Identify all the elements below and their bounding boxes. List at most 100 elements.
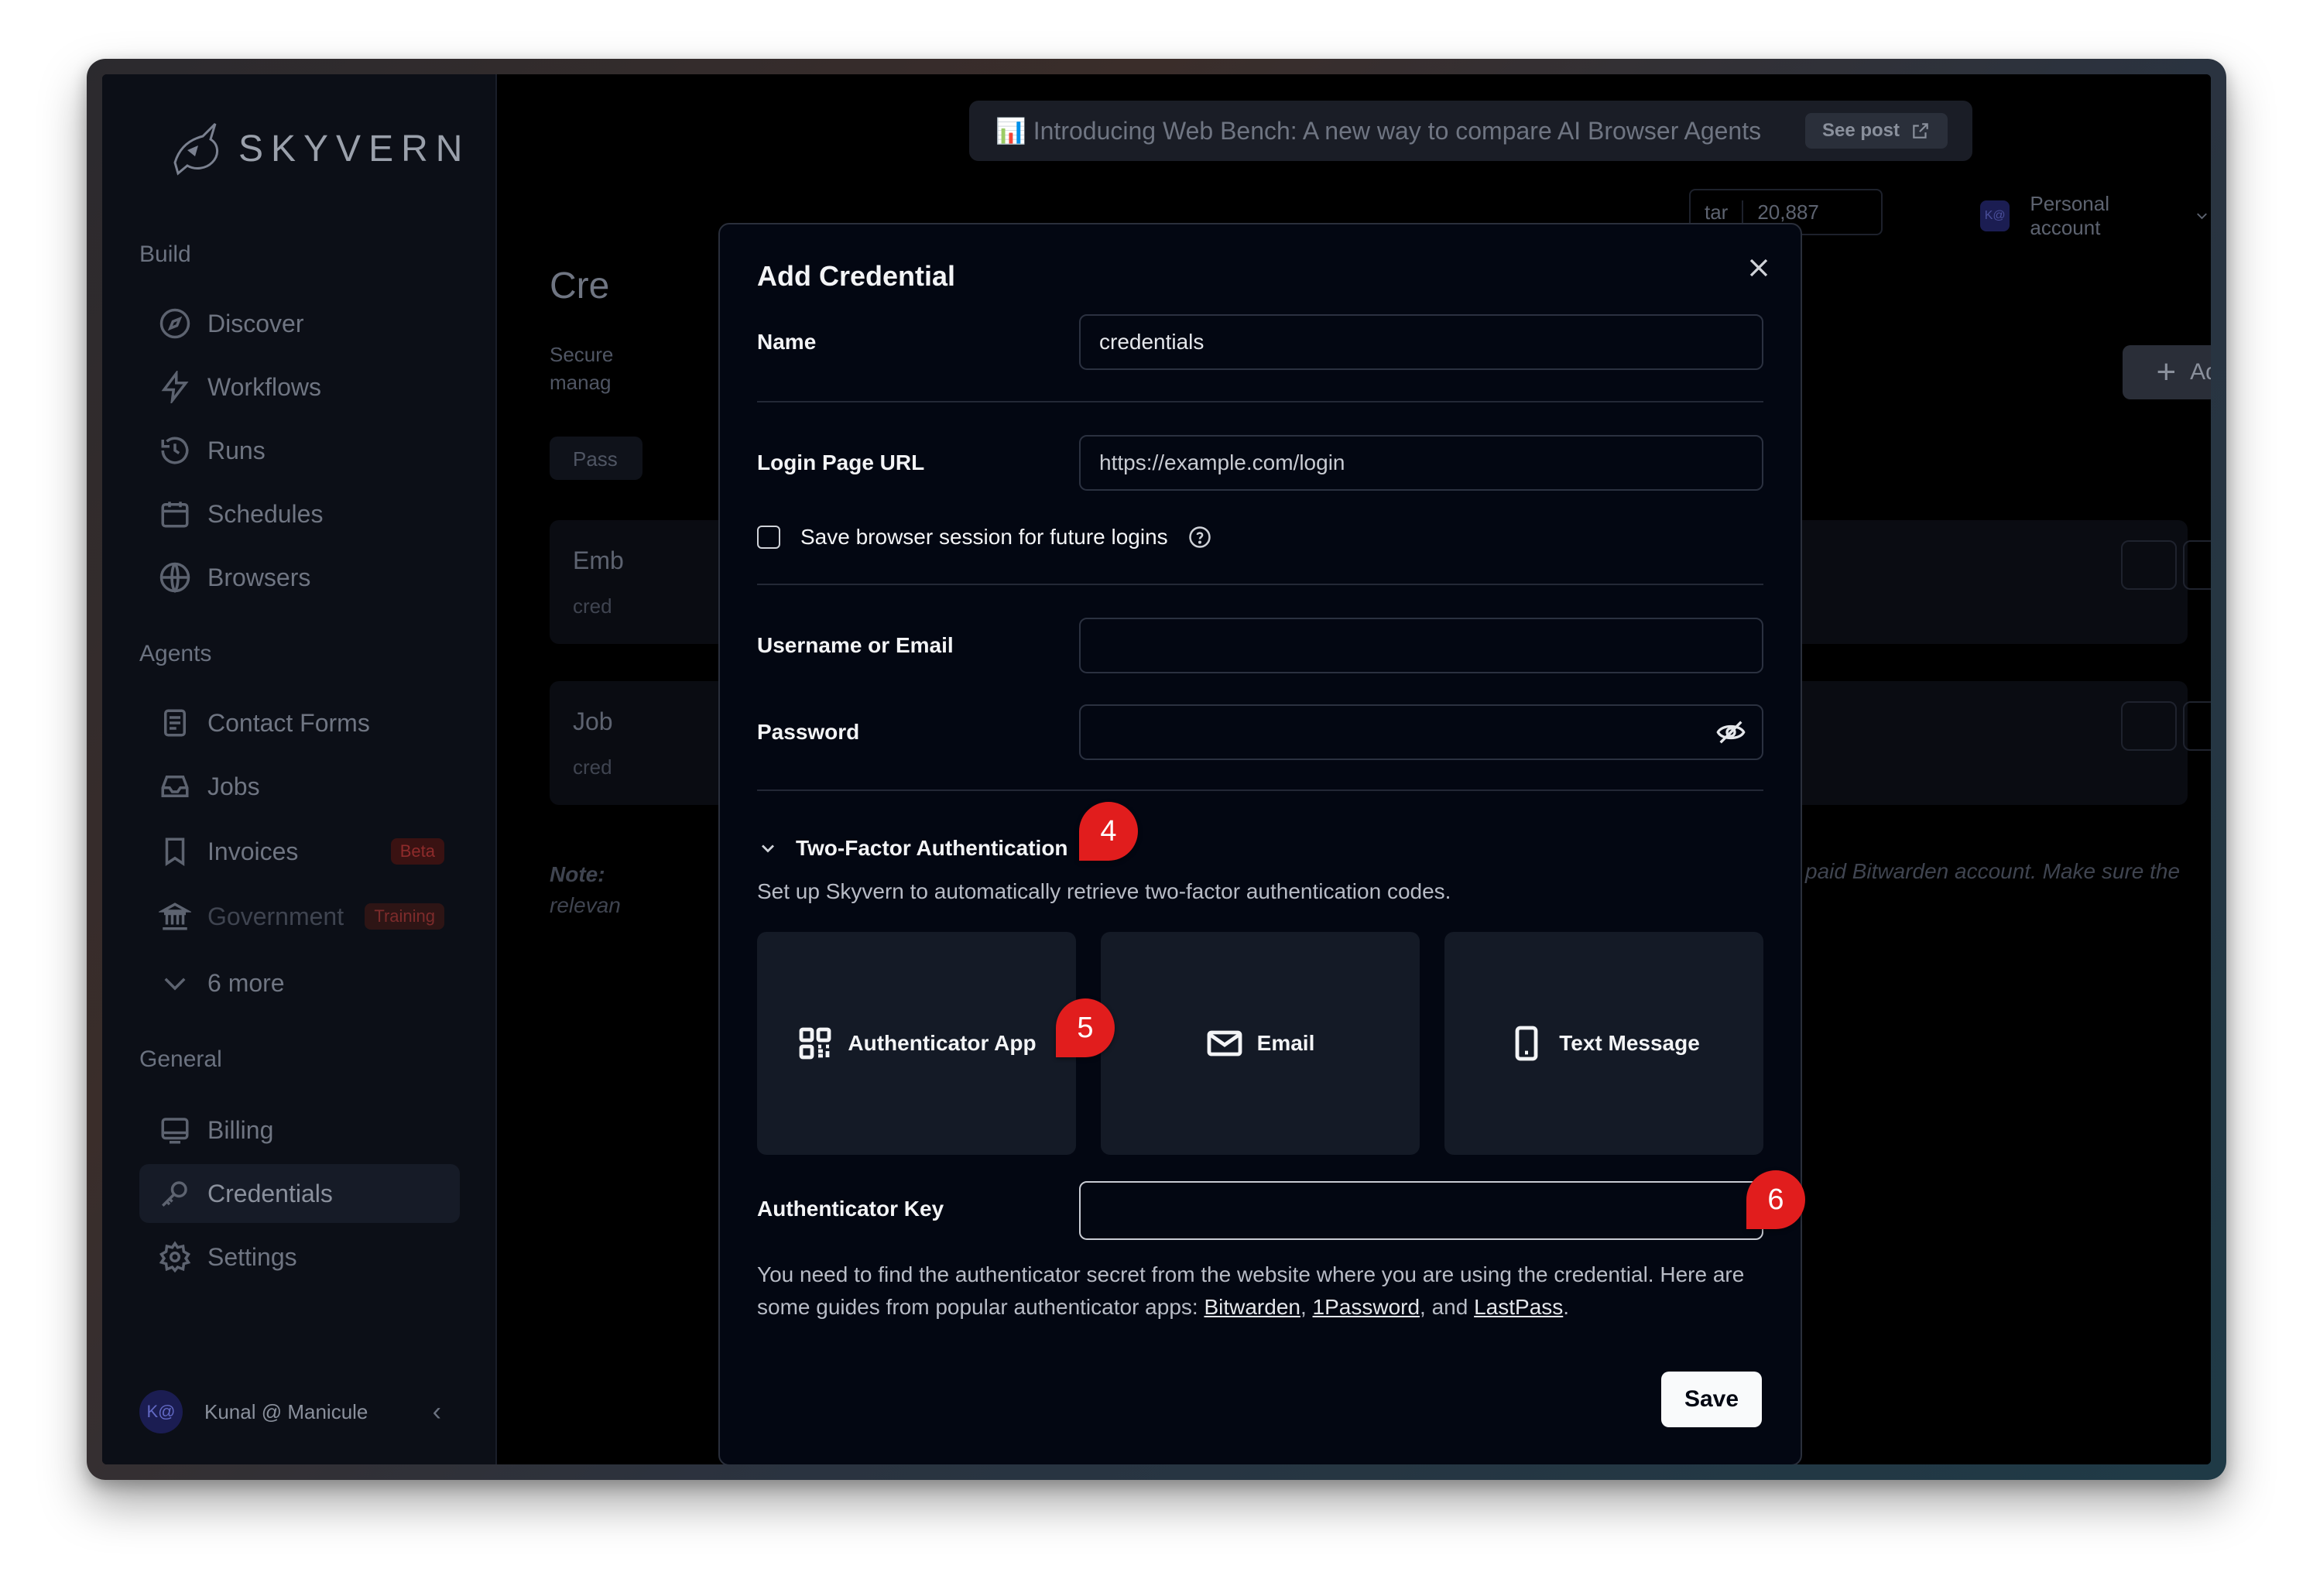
login-url-input[interactable]	[1079, 435, 1763, 491]
sidebar-item-billing[interactable]: Billing	[139, 1101, 460, 1159]
sidebar-item-label: Discover	[207, 309, 304, 337]
chevron-down-icon	[762, 844, 774, 853]
tfa-option-label: Authenticator App	[848, 1031, 1037, 1055]
authenticator-key-input[interactable]	[1079, 1181, 1763, 1240]
save-button[interactable]: Save	[1661, 1372, 1762, 1427]
star-count: 20,887	[1742, 200, 1833, 224]
tfa-option-label: Email	[1256, 1031, 1315, 1055]
sidebar-item-label: Browsers	[207, 563, 311, 591]
separator: ,	[1300, 1295, 1313, 1319]
compass-icon	[158, 307, 192, 341]
sidebar-item-label: Schedules	[207, 499, 324, 528]
subtitle-line: Secure	[550, 343, 614, 366]
sidebar-item-runs[interactable]: Runs	[139, 421, 460, 480]
tab-passwords[interactable]: Pass	[550, 437, 642, 480]
note-line: relevan	[550, 893, 621, 917]
lastpass-link[interactable]: LastPass	[1474, 1295, 1563, 1319]
main-content: 📊 Introducing Web Bench: A new way to co…	[497, 74, 2211, 1464]
sidebar-item-workflows[interactable]: Workflows	[139, 358, 460, 416]
logo[interactable]: SKYVERN	[164, 116, 470, 181]
sidebar-item-discover[interactable]: Discover	[139, 294, 460, 353]
card-subtitle: cred	[573, 755, 612, 779]
see-post-button[interactable]: See post	[1804, 113, 1948, 149]
document-icon	[158, 706, 192, 740]
section-agents: Agents	[139, 641, 212, 666]
dialog-title: Add Credential	[757, 260, 956, 292]
eye-off-icon[interactable]	[1715, 717, 1746, 748]
username-input[interactable]	[1079, 618, 1763, 673]
bookmark-icon	[158, 834, 192, 868]
qr-code-icon	[800, 1027, 831, 1060]
divider	[757, 584, 1763, 585]
tfa-description: Set up Skyvern to automatically retrieve…	[757, 879, 1451, 903]
see-post-label: See post	[1821, 120, 1900, 141]
sidebar-item-label: Workflows	[207, 372, 321, 401]
beta-badge: Beta	[390, 838, 444, 865]
sidebar-item-more[interactable]: 6 more	[139, 954, 460, 1012]
sidebar-item-label: Invoices	[207, 837, 299, 865]
add-credential-button[interactable]: + Add	[2123, 345, 2211, 399]
tfa-option-label: Text Message	[1559, 1031, 1700, 1055]
page-subtitle: Secure manag	[550, 341, 613, 396]
save-session-option[interactable]: Save browser session for future logins	[757, 525, 1211, 550]
training-badge: Training	[365, 903, 444, 930]
sidebar-item-label: Credentials	[207, 1179, 333, 1207]
sidebar-item-settings[interactable]: Settings	[139, 1228, 460, 1286]
tfa-option-authenticator-app[interactable]: Authenticator App	[757, 932, 1076, 1155]
sidebar-item-label: Settings	[207, 1242, 297, 1271]
sidebar-item-label: Runs	[207, 436, 266, 464]
1password-link[interactable]: 1Password	[1313, 1295, 1420, 1319]
add-credential-dialog: Add Credential Name Login Page URL Save …	[718, 223, 1805, 1464]
chevron-down-icon	[158, 966, 192, 1000]
external-link-icon	[1913, 123, 1928, 139]
trash-icon[interactable]	[2183, 701, 2211, 751]
billing-icon	[158, 1113, 192, 1147]
banner-text: 📊 Introducing Web Bench: A new way to co…	[995, 117, 1762, 145]
subtitle-line: manag	[550, 371, 612, 394]
sidebar-item-schedules[interactable]: Schedules	[139, 485, 460, 543]
history-icon	[158, 433, 192, 467]
sidebar-item-label: Billing	[207, 1115, 274, 1144]
tfa-toggle[interactable]: Two-Factor Authentication	[757, 836, 1068, 861]
marker-label: 4	[1100, 814, 1117, 848]
tfa-option-email[interactable]: Email	[1101, 932, 1420, 1155]
sidebar-item-label: Government	[207, 902, 344, 930]
phone-icon	[1515, 1026, 1538, 1061]
card-subtitle: cred	[573, 594, 612, 618]
divider	[757, 789, 1763, 791]
name-label: Name	[757, 330, 817, 354]
bitwarden-link[interactable]: Bitwarden	[1204, 1295, 1300, 1319]
account-switcher[interactable]: K@ Personal account	[1980, 192, 2211, 240]
separator: .	[1563, 1295, 1570, 1319]
tfa-option-text-message[interactable]: Text Message	[1444, 932, 1763, 1155]
card-title: Job	[573, 707, 613, 735]
building-icon	[158, 899, 192, 933]
authenticator-key-label: Authenticator Key	[757, 1197, 944, 1221]
sidebar-item-browsers[interactable]: Browsers	[139, 548, 460, 607]
collapse-sidebar-icon[interactable]: ‹	[433, 1397, 441, 1427]
plus-icon: +	[2156, 353, 2177, 391]
password-input[interactable]	[1079, 704, 1763, 760]
marker-label: 5	[1077, 1011, 1094, 1044]
user-profile[interactable]: K@ Kunal @ Manicule ‹	[139, 1390, 460, 1433]
sidebar-item-credentials[interactable]: Credentials	[139, 1164, 460, 1223]
sidebar-item-invoices[interactable]: Invoices Beta	[139, 822, 460, 881]
note-line: Note:	[550, 862, 605, 886]
help-icon[interactable]	[1188, 526, 1211, 549]
sidebar-item-contact-forms[interactable]: Contact Forms	[139, 694, 460, 752]
sidebar-item-jobs[interactable]: Jobs	[139, 757, 460, 816]
edit-icon[interactable]	[2121, 701, 2177, 751]
card-title: Emb	[573, 546, 624, 574]
announcement-banner[interactable]: 📊 Introducing Web Bench: A new way to co…	[969, 101, 1972, 161]
name-input[interactable]	[1079, 314, 1763, 370]
save-session-label: Save browser session for future logins	[800, 525, 1168, 549]
close-icon[interactable]	[1743, 252, 1774, 283]
note-text: Note: relevan	[550, 859, 621, 921]
trash-icon[interactable]	[2183, 540, 2211, 590]
globe-icon	[158, 560, 192, 594]
sidebar-item-government[interactable]: Government Training	[139, 887, 460, 946]
save-session-checkbox[interactable]	[757, 526, 780, 549]
key-icon	[158, 1176, 192, 1211]
inbox-icon	[158, 769, 192, 803]
edit-icon[interactable]	[2121, 540, 2177, 590]
